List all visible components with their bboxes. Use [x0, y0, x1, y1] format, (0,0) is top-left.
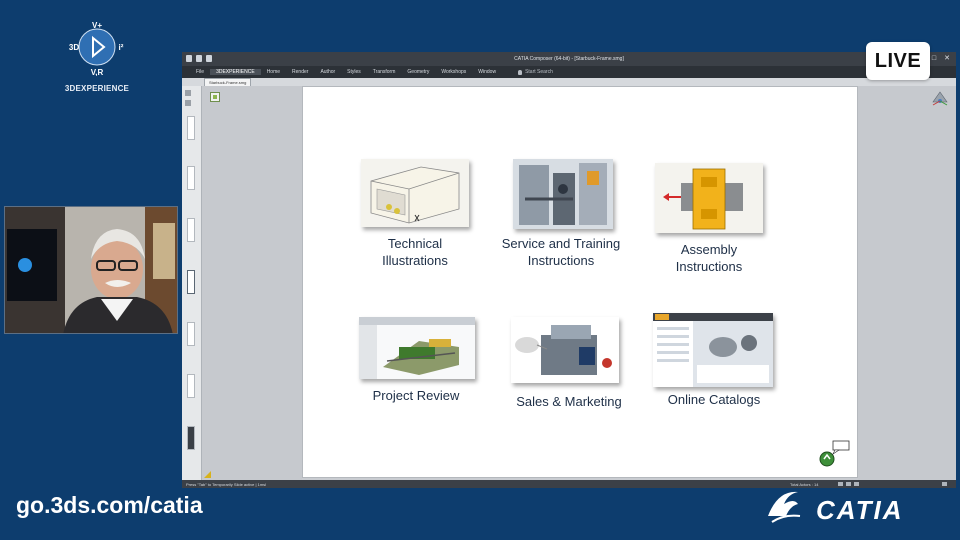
card-label: Project Review	[372, 388, 460, 403]
card-service-training[interactable]: Service and Training Instructions	[493, 159, 629, 279]
menu-geometry[interactable]: Geometry	[401, 69, 435, 75]
menu-transform[interactable]: Transform	[367, 69, 402, 75]
ribbon-menu: File 3DEXPERIENCE Home Render Author Sty…	[182, 66, 956, 78]
rail-thumbnail[interactable]	[187, 218, 195, 242]
compass-right-label: i²	[119, 43, 124, 52]
online-catalog-image	[653, 313, 773, 387]
menu-window[interactable]: Window	[472, 69, 502, 75]
compass-bottom-label: V,R	[91, 68, 104, 76]
brand-name: 3DEXPERIENCE	[64, 84, 130, 93]
live-badge: LIVE	[866, 42, 930, 80]
menu-author[interactable]: Author	[314, 69, 341, 75]
rail-thumbnail[interactable]	[187, 374, 195, 398]
window-title: CATIA Composer (64-bit) - [Starbuck-Fram…	[514, 56, 624, 62]
sales-marketing-image	[511, 317, 619, 383]
card-label: Assembly Instructions	[675, 242, 743, 274]
document-tab[interactable]: Starbuck-Frame.smg	[204, 78, 252, 86]
card-sales-marketing[interactable]: Sales & Marketing	[499, 317, 639, 417]
panel-resize-corner[interactable]	[204, 471, 211, 478]
tell-me-search[interactable]: Start Search	[502, 69, 553, 75]
catia-wordmark: CATIA	[816, 495, 904, 525]
menu-render[interactable]: Render	[286, 69, 314, 75]
maximize-icon[interactable]: □	[932, 55, 936, 62]
left-tool-rail	[182, 86, 202, 480]
3ds-logo-icon: CATIA	[768, 491, 904, 525]
menu-home[interactable]: Home	[261, 69, 286, 75]
title-bar: CATIA Composer (64-bit) - [Starbuck-Fram…	[182, 52, 956, 66]
presentation-cursor-icon	[819, 440, 850, 467]
service-training-image	[513, 159, 613, 229]
rail-scrollbar[interactable]	[187, 426, 195, 450]
properties-panel	[858, 86, 956, 480]
menu-workshops[interactable]: Workshops	[435, 69, 472, 75]
assembly-instruction-image	[655, 163, 763, 233]
axis-compass-icon[interactable]	[930, 90, 950, 108]
card-assembly-instructions[interactable]: Assembly Instructions	[651, 163, 767, 283]
assembly-tree-panel	[202, 86, 302, 480]
card-online-catalogs[interactable]: Online Catalogs	[649, 313, 779, 417]
compass-top-label: V+	[92, 21, 102, 30]
3dexperience-logo: V+ 3D i² V,R 3DEXPERIENCE	[60, 14, 134, 96]
rail-tool-icon[interactable]	[185, 100, 191, 106]
menu-styles[interactable]: Styles	[341, 69, 367, 75]
rail-thumbnail[interactable]	[187, 322, 195, 346]
technical-illustration-image	[361, 159, 469, 227]
compass-logo-icon: V+ 3D i² V,R	[69, 21, 124, 76]
tree-icon[interactable]	[210, 92, 220, 102]
card-technical-illustrations[interactable]: Technical Illustrations	[359, 159, 471, 279]
close-icon[interactable]: ✕	[944, 55, 950, 62]
status-message: Press "Tab" to Temporarily Slide active …	[186, 482, 267, 487]
menu-file[interactable]: File	[190, 69, 210, 75]
card-label: Online Catalogs	[667, 392, 761, 407]
rail-thumbnail[interactable]	[187, 116, 195, 140]
lightbulb-icon	[518, 69, 523, 75]
tell-me-label: Start Search	[525, 69, 553, 75]
menu-3dexperience[interactable]: 3DEXPERIENCE	[210, 69, 261, 75]
card-label: Sales & Marketing	[516, 394, 622, 409]
rail-up-arrow-icon[interactable]	[185, 90, 191, 96]
slide-canvas: Technical Illustrations Service and Trai…	[302, 86, 858, 478]
rail-thumbnail[interactable]	[187, 166, 195, 190]
catia-logo: CATIA	[764, 486, 944, 528]
card-label: Technical Illustrations	[382, 236, 448, 268]
card-project-review[interactable]: Project Review	[355, 317, 477, 417]
rail-thumbnail-selected[interactable]	[187, 270, 195, 294]
project-review-image	[359, 317, 475, 379]
catia-composer-window: CATIA Composer (64-bit) - [Starbuck-Fram…	[182, 52, 956, 488]
document-tabs: Starbuck-Frame.smg	[182, 78, 956, 86]
card-label: Service and Training Instructions	[501, 236, 621, 268]
presenter-video-frame	[5, 207, 177, 333]
footer-url: go.3ds.com/catia	[16, 492, 203, 518]
compass-left-label: 3D	[69, 43, 79, 52]
presenter-webcam	[4, 206, 178, 334]
